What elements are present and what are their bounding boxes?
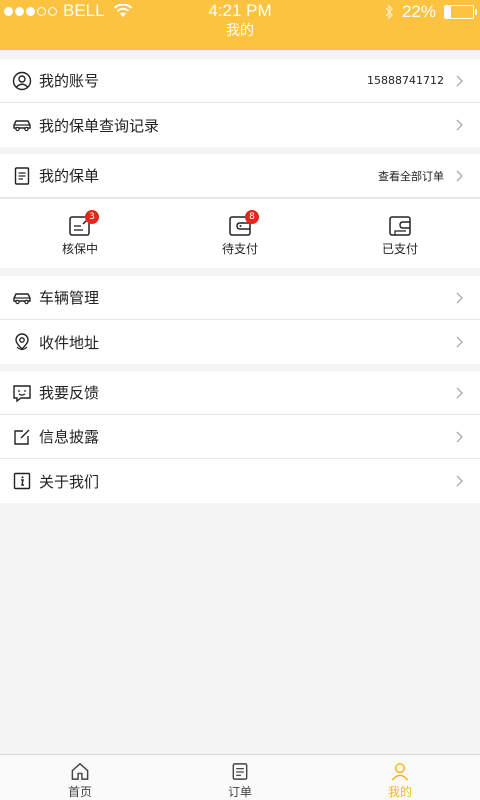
my-policy-label: 我的保单 [39, 167, 100, 185]
location-pin-icon [15, 333, 29, 351]
misc-group: 我要反馈 信息披露 关于我们 [0, 371, 480, 503]
page-title: 我的 [226, 23, 254, 39]
document-icon [14, 166, 30, 185]
edit-icon [14, 429, 30, 445]
info-icon [13, 472, 31, 490]
my-account-row[interactable]: 我的账号 15888741712 [0, 59, 480, 103]
pending-payment-label: 待支付 [221, 242, 258, 256]
car-icon [13, 292, 31, 304]
tab-home[interactable]: 首页 [0, 755, 160, 800]
feedback-label: 我要反馈 [39, 384, 100, 402]
status-underwriting[interactable]: 3 核保中 [0, 199, 160, 268]
about-us-row[interactable]: 关于我们 [0, 459, 480, 503]
information-disclosure-label: 信息披露 [39, 428, 100, 446]
tab-orders[interactable]: 订单 [160, 755, 320, 800]
chevron-right-icon [456, 475, 463, 487]
status-pending-payment[interactable]: 8 待支付 [160, 199, 320, 268]
chevron-right-icon [456, 292, 463, 303]
battery-percentage: 22% [401, 2, 436, 21]
chevron-right-icon [456, 387, 463, 398]
battery-icon [444, 5, 477, 19]
vehicle-management-row[interactable]: 车辆管理 [0, 276, 480, 320]
query-records-label: 我的保单查询记录 [39, 116, 160, 135]
bluetooth-icon [385, 4, 393, 20]
tab-profile-label: 我的 [387, 785, 412, 799]
paid-label: 已支付 [381, 242, 418, 256]
chevron-right-icon [456, 431, 463, 442]
order-icon [232, 763, 248, 780]
status-bar: BELL 4:21 PM 22% [0, 0, 480, 22]
feedback-icon [13, 384, 31, 402]
policy-status-bar: 3 核保中 8 待支付 已支付 [0, 198, 480, 268]
account-group: 我的账号 15888741712 我的保单查询记录 [0, 59, 480, 147]
user-circle-icon [12, 71, 32, 90]
profile-icon [391, 763, 409, 781]
view-all-orders-link[interactable]: 查看全部订单 [378, 168, 444, 184]
tab-home-label: 首页 [67, 785, 92, 799]
bottom-tab-bar: 首页 订单 我的 [0, 754, 480, 800]
app-header: BELL 4:21 PM 22% 我的 [0, 0, 480, 50]
chevron-right-icon [456, 119, 463, 131]
tab-orders-label: 订单 [227, 785, 252, 799]
about-us-label: 关于我们 [39, 472, 100, 491]
chevron-right-icon [456, 170, 463, 181]
feedback-row[interactable]: 我要反馈 [0, 371, 480, 415]
shipping-address-row[interactable]: 收件地址 [0, 320, 480, 364]
underwriting-count-badge: 3 [85, 210, 99, 224]
home-icon [71, 762, 89, 780]
my-policy-row[interactable]: 我的保单 查看全部订单 [0, 154, 480, 198]
underwriting-label: 核保中 [61, 242, 98, 256]
shipping-address-label: 收件地址 [39, 333, 100, 352]
my-account-label: 我的账号 [39, 72, 100, 90]
chevron-right-icon [456, 336, 463, 348]
information-disclosure-row[interactable]: 信息披露 [0, 415, 480, 459]
policy-group: 我的保单 查看全部订单 3 核保中 8 待支付 已支付 [0, 154, 480, 268]
vehicle-group: 车辆管理 收件地址 [0, 276, 480, 364]
chevron-right-icon [456, 75, 463, 86]
paid-wallet-icon [389, 216, 411, 236]
car-icon [13, 120, 31, 132]
status-paid[interactable]: 已支付 [320, 199, 480, 268]
pending-payment-count-badge: 8 [245, 210, 259, 224]
tab-profile[interactable]: 我的 [320, 755, 480, 800]
vehicle-management-label: 车辆管理 [39, 289, 100, 307]
query-records-row[interactable]: 我的保单查询记录 [0, 103, 480, 147]
account-phone: 15888741712 [367, 74, 444, 87]
